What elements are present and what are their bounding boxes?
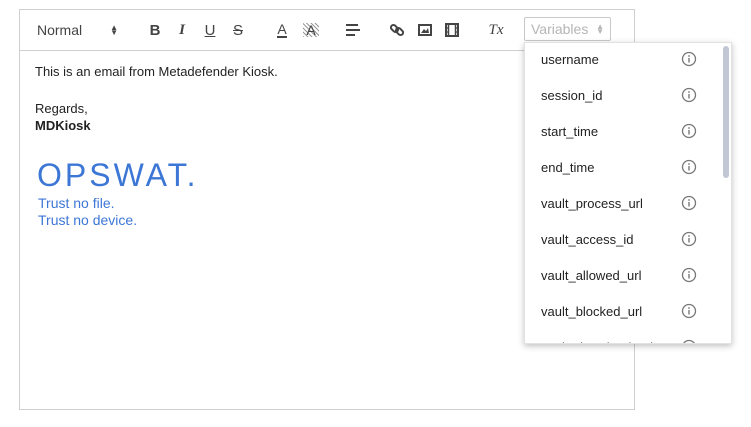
opswat-logo: OPSWAT.: [37, 160, 198, 193]
info-icon[interactable]: [681, 231, 697, 247]
variable-option-label: start_time: [541, 123, 599, 139]
video-icon: [445, 23, 459, 37]
variable-option[interactable]: vault_process_url: [525, 185, 721, 221]
info-icon[interactable]: [681, 339, 697, 344]
up-down-arrows-icon: ▲ ▼: [596, 22, 604, 36]
regards-text: Regards,: [35, 101, 88, 116]
background-color-button[interactable]: A: [301, 20, 321, 40]
variables-select-placeholder: Variables: [531, 21, 589, 37]
scrollbar-thumb[interactable]: [723, 46, 729, 178]
variable-option[interactable]: vault_access_id: [525, 221, 721, 257]
variables-select[interactable]: Variables ▲ ▼: [524, 17, 611, 41]
italic-icon: I: [179, 21, 185, 38]
link-icon: [389, 23, 405, 37]
bold-icon: B: [149, 21, 161, 39]
variable-option[interactable]: vault_allowed_url: [525, 257, 721, 293]
font-color-button[interactable]: A: [272, 20, 292, 40]
info-icon[interactable]: [681, 87, 697, 103]
variable-option[interactable]: vault_download_url: [525, 329, 721, 344]
variable-option[interactable]: session_id: [525, 77, 721, 113]
variable-option-label: vault_process_url: [541, 195, 643, 211]
variables-dropdown: username session_id start_time end_timevaul…: [524, 42, 732, 344]
image-button[interactable]: [416, 20, 434, 40]
variable-option[interactable]: vault_blocked_url: [525, 293, 721, 329]
variable-option-label: end_time: [541, 159, 595, 175]
image-icon: [418, 24, 432, 36]
bold-button[interactable]: B: [146, 20, 164, 40]
variable-option[interactable]: start_time: [525, 113, 721, 149]
italic-button[interactable]: I: [173, 20, 191, 40]
info-icon[interactable]: [681, 195, 697, 211]
info-icon[interactable]: [681, 51, 697, 67]
variable-option-label: username: [541, 51, 599, 67]
tagline-2: Trust no device.: [38, 212, 138, 228]
email-body[interactable]: This is an email from Metadefender Kiosk…: [35, 63, 278, 134]
variable-option-label: vault_download_url: [541, 340, 653, 344]
link-button[interactable]: [388, 20, 406, 40]
font-color-icon: A: [277, 21, 287, 38]
video-button[interactable]: [443, 20, 461, 40]
info-icon[interactable]: [681, 159, 697, 175]
variable-option-label: vault_access_id: [541, 231, 634, 247]
strikethrough-icon: S: [232, 21, 243, 39]
underline-button[interactable]: U: [200, 20, 220, 40]
body-line: This is an email from Metadefender Kiosk…: [35, 64, 278, 79]
up-down-arrows-icon: ▲ ▼: [110, 23, 118, 37]
clear-format-icon: Tx: [488, 21, 504, 38]
variable-option-label: session_id: [541, 87, 603, 103]
signature-name: MDKiosk: [35, 118, 91, 133]
align-button[interactable]: [344, 20, 362, 40]
style-select-value: Normal: [37, 22, 83, 38]
strikethrough-button[interactable]: S: [228, 20, 248, 40]
background-color-icon: A: [303, 23, 319, 37]
variable-option[interactable]: username: [525, 43, 721, 77]
align-left-icon: [346, 24, 360, 36]
tagline-1: Trust no file.: [38, 195, 115, 211]
logo-text: OPSWAT.: [37, 160, 198, 193]
info-icon[interactable]: [681, 267, 697, 283]
variable-option-label: vault_blocked_url: [541, 303, 643, 319]
info-icon[interactable]: [681, 123, 697, 139]
variable-option[interactable]: end_time: [525, 149, 721, 185]
style-select[interactable]: Normal ▲ ▼: [28, 19, 124, 41]
variable-option-label: vault_allowed_url: [541, 267, 642, 283]
info-icon[interactable]: [681, 303, 697, 319]
underline-icon: U: [204, 21, 216, 39]
clear-format-button[interactable]: Tx: [486, 20, 506, 40]
